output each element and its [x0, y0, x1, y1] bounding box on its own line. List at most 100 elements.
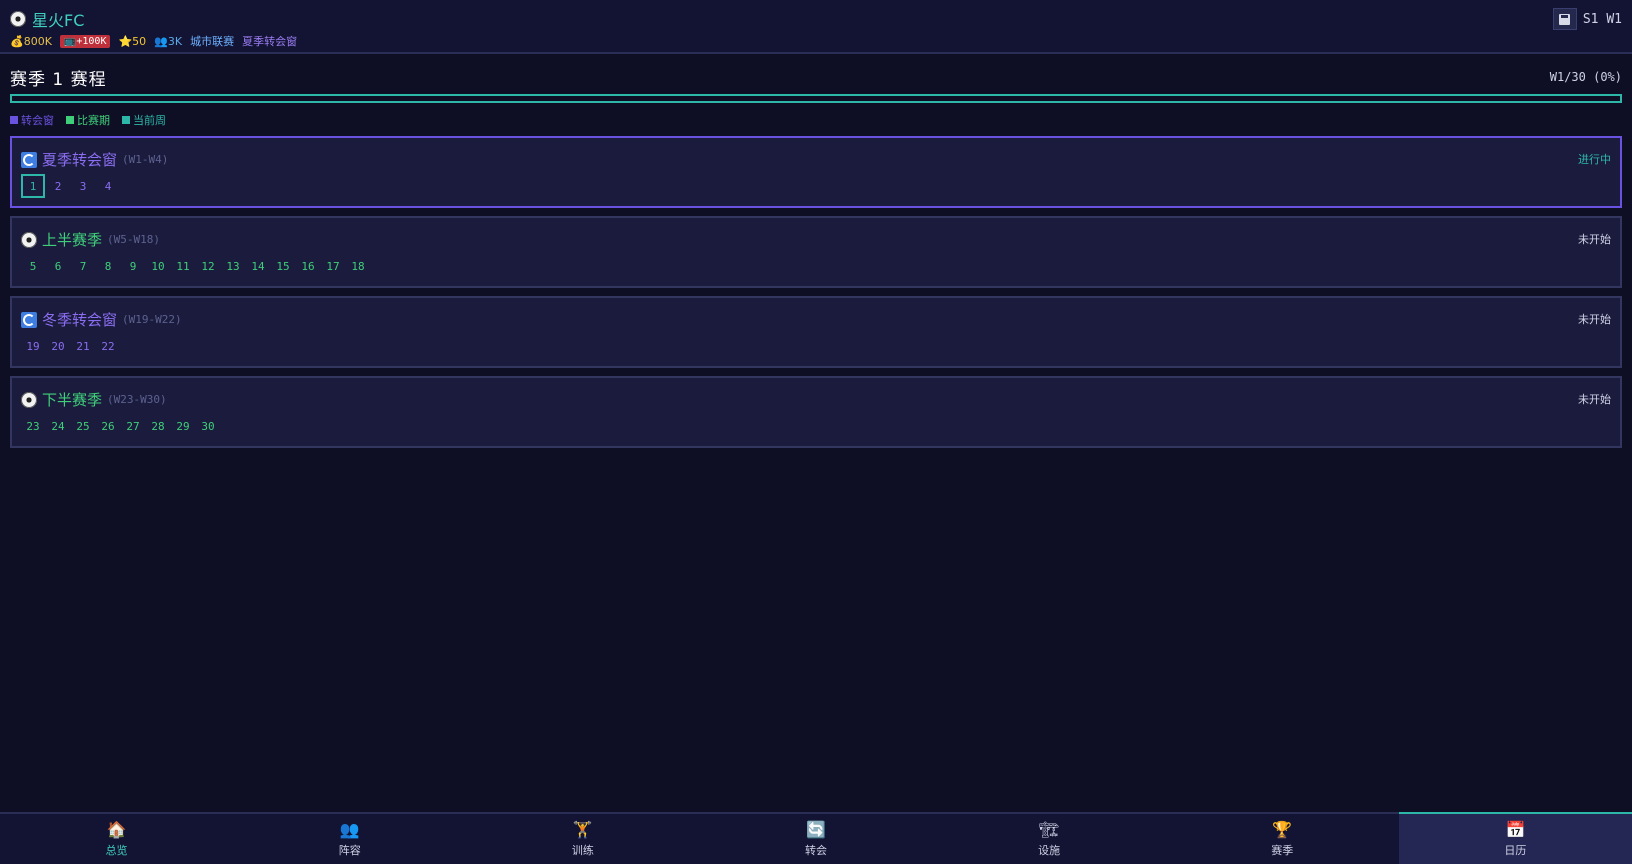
nav-item-squad[interactable]: 👥 阵容	[233, 814, 466, 864]
nav-item-transfer[interactable]: 🔄 转会	[699, 814, 932, 864]
header-right: S1 W1	[1552, 8, 1622, 30]
trophy-icon: 🏆	[1272, 819, 1293, 839]
nav-label: 总览	[105, 843, 128, 857]
nav-item-facility[interactable]: 🏗 设施	[933, 814, 1166, 864]
week-cell[interactable]: 4	[96, 174, 120, 198]
week-cell[interactable]: 6	[46, 254, 70, 278]
season-progress-bar	[10, 94, 1622, 103]
week-cell[interactable]: 9	[121, 254, 145, 278]
phase-card: 上半赛季 (W5-W18) 未开始 5 6 7 8 9 10 11 12 13 14 15 16 17 18	[10, 216, 1622, 288]
week-cell[interactable]: 10	[146, 254, 170, 278]
training-icon: 🏋	[572, 819, 593, 839]
tv-income-badge: 📺+100K	[59, 34, 111, 48]
week-cell[interactable]: 12	[196, 254, 220, 278]
title-row: 赛季 1 赛程 W1/30 (0%)	[10, 64, 1622, 90]
page-title: 赛季 1 赛程	[10, 69, 107, 90]
week-cell[interactable]: 29	[171, 414, 195, 438]
week-cell[interactable]: 7	[71, 254, 95, 278]
legend-item: 转会窗	[10, 112, 54, 128]
week-list: 5 6 7 8 9 10 11 12 13 14 15 16 17 18	[21, 254, 371, 278]
season-week-indicator: S1 W1	[1582, 11, 1622, 27]
floppy-disk-icon	[1559, 13, 1571, 25]
week-cell[interactable]: 3	[71, 174, 95, 198]
week-cell[interactable]: 17	[321, 254, 345, 278]
week-cell[interactable]: 8	[96, 254, 120, 278]
week-cell[interactable]: 26	[96, 414, 120, 438]
week-cell[interactable]: 24	[46, 414, 70, 438]
week-cell[interactable]: 16	[296, 254, 320, 278]
week-cell[interactable]: 19	[21, 334, 45, 358]
phase-range: (W19-W22)	[122, 313, 182, 326]
phase-status: 进行中	[1578, 153, 1611, 166]
week-cell[interactable]: 25	[71, 414, 95, 438]
week-cell[interactable]: 20	[46, 334, 70, 358]
phase-header: 上半赛季 (W5-W18)	[21, 229, 160, 250]
phase-name: 下半赛季	[42, 391, 103, 409]
legend: 转会窗 比赛期 当前周	[10, 112, 1622, 128]
nav-label: 日历	[1504, 843, 1527, 857]
week-cell[interactable]: 13	[221, 254, 245, 278]
week-cell[interactable]: 28	[146, 414, 170, 438]
phase-header: 夏季转会窗 (W1-W4)	[21, 149, 168, 170]
week-cell[interactable]: 30	[196, 414, 220, 438]
phase-card: 夏季转会窗 (W1-W4) 进行中 1 2 3 4	[10, 136, 1622, 208]
legend-swatch	[10, 116, 18, 124]
week-cell[interactable]: 14	[246, 254, 270, 278]
fans-stat: 👥3K	[154, 34, 183, 48]
facility-icon: 🏗	[1038, 819, 1060, 839]
week-list: 19 20 21 22	[21, 334, 121, 358]
phase-name: 上半赛季	[42, 231, 103, 249]
week-cell[interactable]: 1	[21, 174, 45, 198]
week-cell[interactable]: 5	[21, 254, 45, 278]
club-stats: 💰800K 📺+100K ⭐50 👥3K 城市联赛 夏季转会窗	[10, 33, 297, 49]
nav-item-home[interactable]: 🏠 总览	[0, 814, 233, 864]
soccer-ball-icon	[21, 231, 37, 248]
money-stat: 💰800K	[10, 34, 52, 48]
club-title: 星火FC	[10, 7, 84, 31]
calendar-icon: 📅	[1505, 819, 1526, 839]
season-progress-label: W1/30 (0%)	[1549, 70, 1622, 84]
week-cell[interactable]: 15	[271, 254, 295, 278]
squad-icon: 👥	[339, 819, 360, 839]
league-name: 城市联赛	[190, 35, 235, 48]
nav-label: 赛季	[1271, 843, 1294, 857]
phase-status: 未开始	[1578, 393, 1611, 406]
week-cell[interactable]: 23	[21, 414, 45, 438]
legend-label: 当前周	[133, 114, 166, 127]
legend-swatch	[122, 116, 130, 124]
phase-status: 未开始	[1578, 233, 1611, 246]
phase-range: (W5-W18)	[107, 233, 160, 246]
nav-label: 设施	[1038, 843, 1061, 857]
nav-item-calendar[interactable]: 📅 日历	[1398, 812, 1632, 864]
nav-item-training[interactable]: 🏋 训练	[466, 814, 699, 864]
phase-range: (W1-W4)	[122, 153, 169, 166]
phase-name: 夏季转会窗	[42, 151, 118, 169]
phase-card: 下半赛季 (W23-W30) 未开始 23 24 25 26 27 28 29 30	[10, 376, 1622, 448]
legend-swatch	[66, 116, 74, 124]
nav-item-trophy[interactable]: 🏆 赛季	[1166, 814, 1399, 864]
nav-label: 训练	[571, 843, 594, 857]
week-cell[interactable]: 18	[346, 254, 370, 278]
week-cell[interactable]: 21	[71, 334, 95, 358]
week-cell[interactable]: 11	[171, 254, 195, 278]
phase-list: 夏季转会窗 (W1-W4) 进行中 1 2 3 4 上半赛季 (W5-W18) 未开始 5 6 7 8 9 1…	[10, 136, 1622, 448]
legend-item: 比赛期	[66, 112, 110, 128]
week-cell[interactable]: 22	[96, 334, 120, 358]
phase-header: 冬季转会窗 (W19-W22)	[21, 309, 182, 330]
reputation-stat: ⭐50	[118, 34, 147, 48]
home-icon: 🏠	[106, 819, 127, 839]
phase-status: 未开始	[1578, 313, 1611, 326]
phase-range: (W23-W30)	[107, 393, 167, 406]
club-name: 星火FC	[32, 11, 85, 30]
week-cell[interactable]: 2	[46, 174, 70, 198]
transfer-icon	[21, 151, 37, 168]
nav-label: 阵容	[338, 843, 361, 857]
week-cell[interactable]: 27	[121, 414, 145, 438]
soccer-ball-icon	[10, 11, 26, 27]
phase-card: 冬季转会窗 (W19-W22) 未开始 19 20 21 22	[10, 296, 1622, 368]
legend-label: 比赛期	[77, 114, 110, 127]
schedule-panel: 赛季 1 赛程 W1/30 (0%) 转会窗 比赛期 当前周 夏季转会窗 (W1-W4…	[10, 64, 1622, 448]
save-button[interactable]	[1552, 8, 1577, 30]
transfer-icon	[21, 311, 37, 328]
nav-label: 转会	[804, 843, 827, 857]
